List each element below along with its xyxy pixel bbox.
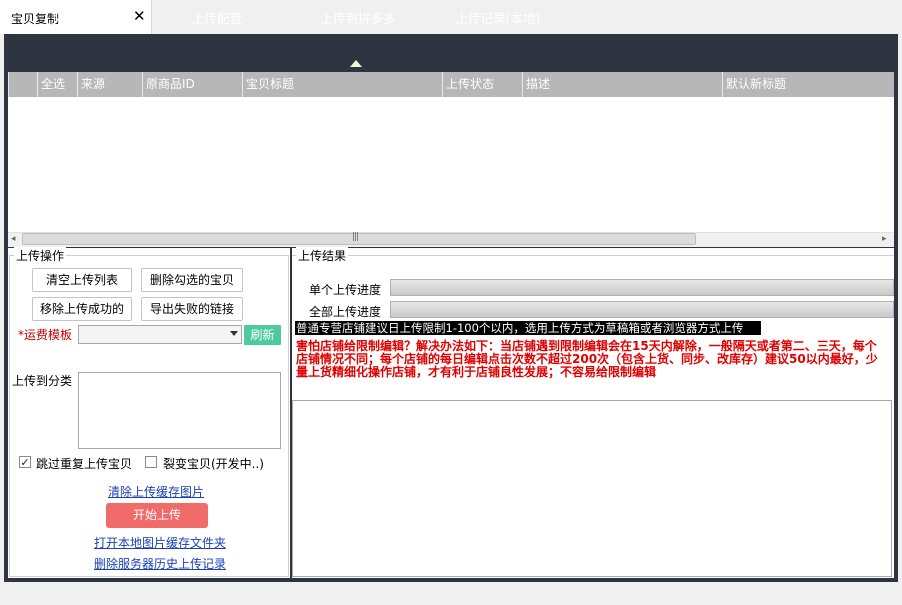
delete-checked-button[interactable]: 删除勾选的宝贝 (141, 268, 243, 292)
clear-cache-link[interactable]: 清除上传缓存图片 (108, 483, 204, 500)
fission-label[interactable]: 裂变宝贝(开发中..) (163, 455, 264, 472)
upload-result-divider (292, 255, 894, 256)
upload-category-label: 上传到分类 (12, 374, 73, 388)
tab-upload-history[interactable]: 上传记录(本地) (446, 8, 550, 28)
column-header-title[interactable]: 宝贝标题 (242, 72, 442, 97)
shipping-template-text: 运费模板 (24, 328, 73, 342)
active-tab-caret-icon (350, 60, 362, 67)
tab-upload-pinduoduo[interactable]: 上传到拼多多 (310, 8, 406, 28)
scroll-right-icon[interactable]: ▸ (882, 233, 892, 246)
remove-successful-button[interactable]: 移除上传成功的 (32, 297, 132, 321)
tab-upload-config[interactable]: 上传配置 (181, 8, 253, 28)
status-strip (0, 583, 902, 605)
upload-category-box[interactable] (78, 372, 281, 449)
clear-upload-list-button[interactable]: 清空上传列表 (32, 268, 132, 292)
fission-checkbox[interactable] (145, 456, 157, 468)
column-header-description[interactable]: 描述 (522, 72, 722, 97)
column-header-source[interactable]: 来源 (77, 72, 142, 97)
column-header-blank (8, 72, 37, 97)
delete-server-history-link[interactable]: 删除服务器历史上传记录 (94, 555, 226, 572)
skip-duplicate-label[interactable]: 跳过重复上传宝贝 (36, 455, 132, 472)
column-header-new-title[interactable]: 默认新标题 (722, 72, 894, 97)
open-cache-folder-link[interactable]: 打开本地图片缓存文件夹 (94, 534, 226, 551)
chevron-down-icon[interactable] (230, 331, 238, 336)
column-header-original-id[interactable]: 原商品ID (142, 72, 242, 97)
refresh-template-button[interactable]: 刷新 (244, 325, 281, 345)
top-nav (4, 34, 898, 72)
scrollbar-grip-icon: ||| (352, 232, 359, 242)
export-failed-links-button[interactable]: 导出失败的链接 (141, 297, 243, 321)
upload-log-box[interactable] (292, 400, 892, 577)
scroll-left-icon[interactable]: ◂ (11, 233, 21, 246)
column-header-upload-status[interactable]: 上传状态 (442, 72, 522, 97)
skip-duplicate-checkbox[interactable]: ✓ (19, 456, 31, 468)
product-table (8, 72, 894, 247)
upload-result-title: 上传结果 (296, 247, 349, 264)
start-upload-button[interactable]: 开始上传 (106, 503, 208, 528)
tab-collect[interactable]: 采集宝贝 (42, 8, 114, 28)
all-progress-bar (390, 301, 894, 318)
scrollbar-thumb[interactable] (22, 233, 696, 245)
upload-tip: 普通专营店铺建议日上传限制1-100个以内，选用上传方式为草稿箱或者浏览器方式上… (295, 321, 761, 335)
upload-operations-title: 上传操作 (14, 247, 67, 264)
shipping-template-select[interactable] (78, 325, 242, 344)
close-icon[interactable]: ✕ (133, 8, 146, 24)
shipping-template-label: *运费模板 (18, 326, 72, 343)
column-header-select-all[interactable]: 全选 (37, 72, 77, 97)
single-progress-label: 单个上传进度 (309, 283, 382, 297)
all-progress-label: 全部上传进度 (309, 305, 382, 319)
single-progress-bar (390, 279, 894, 296)
restriction-warning: 害怕店铺给限制编辑？解决办法如下：当店铺遇到限制编辑会在15天内解除，一般隔天或… (296, 339, 878, 379)
